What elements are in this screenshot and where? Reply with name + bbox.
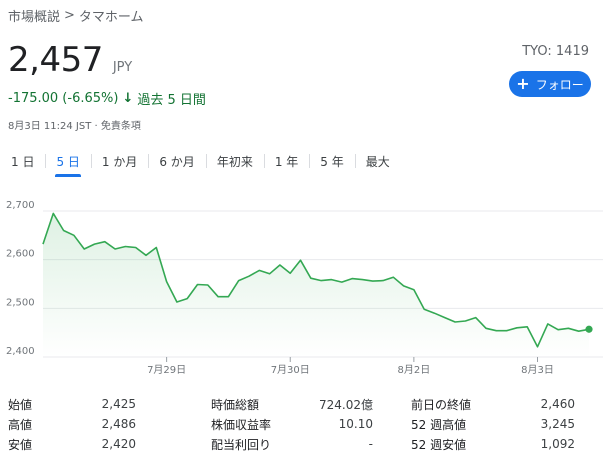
- stat-label: 時価総額: [211, 397, 260, 412]
- follow-button[interactable]: + フォロー: [509, 71, 591, 97]
- price-change-row: -175.00 (-6.65%) ↓ 過去 5 日間: [8, 89, 206, 108]
- stat-value: 2,460: [540, 397, 575, 411]
- stat-value: -: [368, 437, 373, 451]
- price-change: -175.00 (-6.65%): [8, 91, 119, 106]
- breadcrumb-separator: >: [64, 8, 75, 23]
- x-tick-label: 7月30日: [271, 364, 310, 376]
- stat-label: 株価収益率: [211, 417, 272, 432]
- tab-max[interactable]: 最大: [354, 150, 401, 172]
- currency-label: JPY: [112, 60, 133, 75]
- price-row: 2,457 JPY: [8, 40, 132, 80]
- stat-label: 始値: [8, 397, 33, 412]
- stats-row: 始値 2,425 時価総額 724.02億 前日の終値 2,460: [8, 394, 595, 414]
- x-tick-label: 8月2日: [398, 364, 431, 376]
- stat-label: 52 週安値: [411, 437, 467, 452]
- arrow-down-icon: ↓: [122, 91, 134, 106]
- stat-label: 高値: [8, 417, 33, 432]
- stat-label: 配当利回り: [211, 437, 272, 452]
- plus-icon: +: [516, 74, 530, 93]
- stat-value: 1,092: [540, 437, 575, 451]
- timestamp-disclaimer: 8月3日 11:24 JST · 免責条項: [8, 121, 141, 132]
- stat-value: 2,425: [101, 397, 136, 411]
- follow-button-label: フォロー: [535, 77, 584, 92]
- tab-6-months[interactable]: 6 か月: [148, 150, 205, 172]
- tab-1-year[interactable]: 1 年: [263, 150, 309, 172]
- x-tick-label: 7月29日: [147, 364, 186, 376]
- current-price: 2,457: [8, 40, 103, 80]
- breadcrumb-root-link[interactable]: 市場概説: [8, 6, 60, 25]
- breadcrumb-current: タマホーム: [78, 10, 144, 25]
- stat-value: 2,486: [101, 417, 136, 431]
- tab-5-years[interactable]: 5 年: [309, 150, 354, 172]
- tab-5-days[interactable]: 5 日: [45, 150, 90, 177]
- price-chart[interactable]: 2,700 2,600 2,500 2,400 7月29日 7月30日 8月2日 8月3日: [0, 198, 603, 380]
- stats-row: 高値 2,486 株価収益率 10.10 52 週高値 3,245: [8, 414, 595, 434]
- stat-label: 前日の終値: [411, 397, 472, 412]
- stats-row: 安値 2,420 配当利回り - 52 週安値 1,092: [8, 434, 595, 454]
- stat-value: 2,420: [101, 437, 136, 451]
- tab-1-month[interactable]: 1 か月: [90, 150, 148, 172]
- tab-1-day[interactable]: 1 日: [0, 150, 45, 172]
- stat-value: 724.02億: [319, 397, 373, 412]
- y-tick-label: 2,500: [6, 297, 35, 308]
- x-tick-label: 8月3日: [521, 364, 554, 376]
- y-tick-label: 2,400: [6, 346, 35, 357]
- stat-label: 52 週高値: [411, 417, 467, 432]
- breadcrumb: 市場概説 > タマホーム: [8, 6, 144, 25]
- y-tick-label: 2,700: [6, 200, 35, 211]
- stat-value: 10.10: [338, 417, 373, 431]
- key-stats-table: 始値 2,425 時価総額 724.02億 前日の終値 2,460 高値 2,486 株価収益率…: [8, 394, 595, 454]
- price-area-fill: [43, 213, 589, 357]
- change-period: 過去 5 日間: [137, 93, 206, 108]
- range-tabs: 1 日 5 日 1 か月 6 か月 年初来 1 年 5 年 最大: [0, 150, 401, 177]
- current-price-marker: [585, 325, 593, 333]
- ticker-code: 1419: [555, 44, 589, 59]
- stat-label: 安値: [8, 437, 33, 452]
- y-tick-label: 2,600: [6, 249, 35, 260]
- tab-ytd[interactable]: 年初来: [205, 150, 264, 172]
- stat-value: 3,245: [540, 417, 575, 431]
- exchange-label: TYO:: [522, 44, 552, 59]
- ticker-symbol: TYO: 1419: [522, 44, 589, 59]
